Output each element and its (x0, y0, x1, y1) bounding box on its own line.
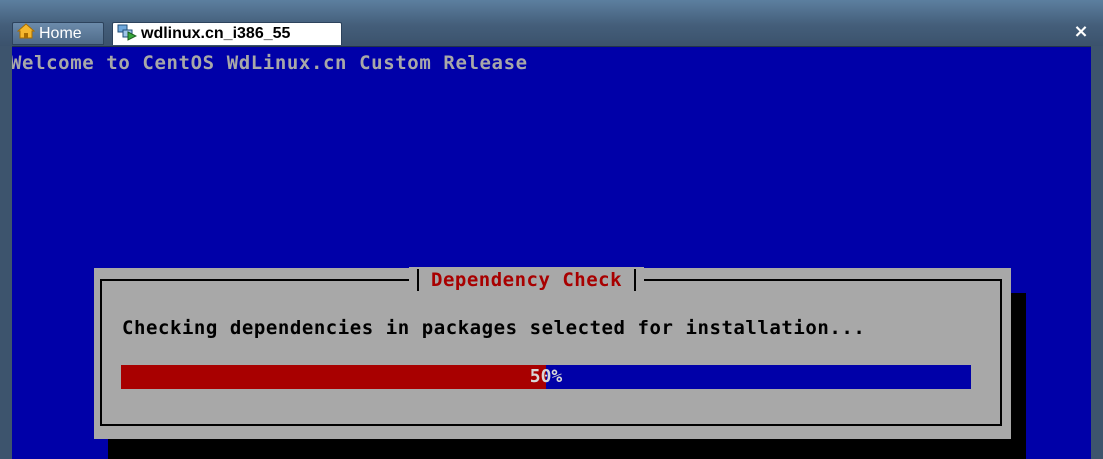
tab-home-label: Home (39, 24, 82, 42)
tab-vm-label: wdlinux.cn_i386_55 (141, 25, 291, 42)
left-frame (0, 46, 12, 459)
progress-label: 50% (529, 366, 563, 387)
close-icon[interactable]: × (1071, 22, 1091, 42)
home-icon (16, 23, 39, 44)
welcome-text: Welcome to CentOS WdLinux.cn Custom Rele… (12, 52, 528, 74)
dialog-message: Checking dependencies in packages select… (122, 317, 866, 339)
tab-vm[interactable]: wdlinux.cn_i386_55 (112, 22, 342, 45)
dialog-title-box: Dependency Check (409, 267, 645, 293)
title-right-tee (634, 269, 637, 291)
dependency-check-dialog: Dependency Check Checking dependencies i… (94, 267, 1011, 439)
progress-bar: 50% (121, 365, 971, 389)
console-screen[interactable]: Welcome to CentOS WdLinux.cn Custom Rele… (12, 47, 1091, 459)
dialog-frame (100, 279, 1002, 426)
tab-home[interactable]: Home (12, 22, 104, 45)
right-frame (1091, 46, 1103, 459)
dialog-title: Dependency Check (431, 269, 623, 291)
vm-icon (117, 23, 141, 46)
tab-bar: Home wdlinux.cn_i386_55 × (0, 0, 1103, 47)
title-left-tee (417, 269, 419, 291)
